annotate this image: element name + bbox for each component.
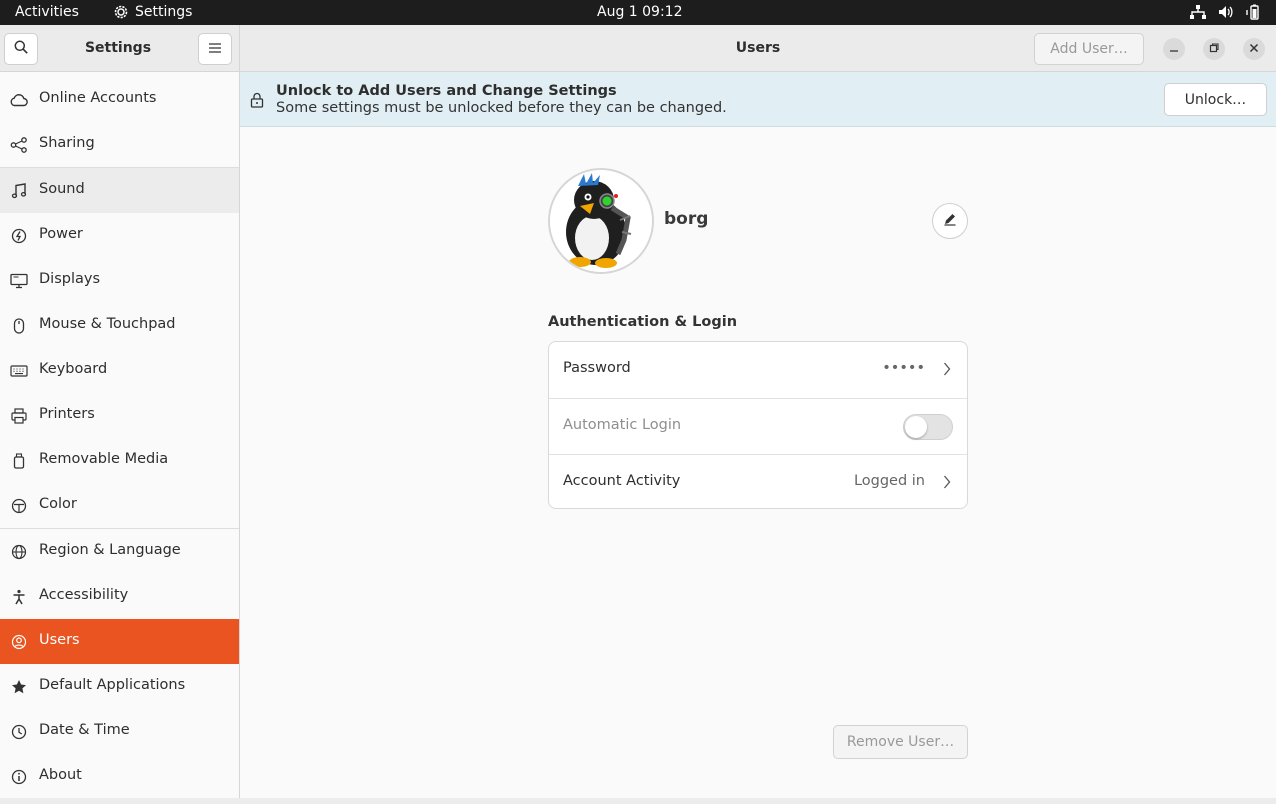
chevron-right-icon — [943, 475, 951, 493]
sidebar-item-label: Power — [39, 226, 83, 242]
sidebar-item-printers[interactable]: Printers — [0, 393, 239, 438]
add-user-button[interactable]: Add User… — [1034, 33, 1144, 65]
sidebar-item-online-accounts[interactable]: Online Accounts — [0, 77, 239, 122]
remove-user-button[interactable]: Remove User… — [833, 725, 968, 759]
sidebar-item-date-time[interactable]: Date & Time — [0, 709, 239, 754]
sidebar-item-label: About — [39, 767, 82, 783]
close-icon — [1249, 41, 1259, 57]
volume-icon — [1218, 5, 1234, 19]
sidebar-item-region-language[interactable]: Region & Language — [0, 529, 239, 574]
sidebar-item-default-applications[interactable]: Default Applications — [0, 664, 239, 709]
display-icon — [10, 272, 28, 290]
keyboard-icon — [10, 362, 28, 380]
chevron-right-icon — [943, 362, 951, 380]
window-bottom-edge — [0, 798, 1276, 804]
info-icon — [10, 768, 28, 786]
automatic-login-label: Automatic Login — [563, 417, 682, 433]
tux-borg-avatar-image — [550, 170, 652, 272]
sidebar-item-label: Online Accounts — [39, 90, 157, 106]
sidebar-item-sharing[interactable]: Sharing — [0, 122, 239, 167]
close-button[interactable] — [1243, 38, 1265, 60]
music-note-icon — [10, 182, 28, 200]
sidebar-item-label: Removable Media — [39, 451, 169, 467]
sidebar-item-label: Sharing — [39, 135, 95, 151]
accessibility-icon — [10, 588, 28, 606]
color-icon — [10, 497, 28, 515]
restore-icon — [1209, 41, 1219, 57]
minimize-icon — [1169, 41, 1179, 57]
section-title: Authentication & Login — [548, 314, 738, 330]
clock[interactable]: Aug 1 09:12 — [597, 4, 683, 20]
sidebar-item-accessibility[interactable]: Accessibility — [0, 574, 239, 619]
unlock-banner: Unlock to Add Users and Change Settings … — [240, 72, 1276, 127]
app-menu[interactable]: Settings — [113, 4, 192, 20]
sidebar-item-label: Default Applications — [39, 677, 186, 693]
authentication-list: Password ••••• Automatic Login Account A… — [548, 341, 968, 509]
battery-icon — [1246, 4, 1262, 20]
sidebar-header: Settings — [0, 25, 240, 72]
password-row[interactable]: Password ••••• — [549, 342, 967, 398]
sidebar-item-label: Accessibility — [39, 587, 129, 603]
account-activity-row[interactable]: Account Activity Logged in — [549, 454, 967, 510]
sidebar-item-label: Mouse & Touchpad — [39, 316, 176, 332]
printer-icon — [10, 407, 28, 425]
maximize-button[interactable] — [1203, 38, 1225, 60]
sidebar-item-power[interactable]: Power — [0, 213, 239, 258]
top-bar: Activities Settings Aug 1 09:12 — [0, 0, 1276, 25]
sidebar-item-removable-media[interactable]: Removable Media — [0, 438, 239, 483]
sidebar-item-label: Region & Language — [39, 542, 181, 558]
network-icon — [1190, 5, 1206, 19]
sidebar-item-label: Keyboard — [39, 361, 108, 377]
main-menu-button[interactable] — [198, 33, 232, 65]
edit-name-button[interactable] — [932, 203, 968, 239]
cloud-icon — [10, 91, 28, 109]
sidebar-item-label: Users — [39, 632, 80, 648]
pencil-icon — [943, 212, 957, 230]
sidebar-item-label: Displays — [39, 271, 101, 287]
sidebar-item-label: Printers — [39, 406, 95, 422]
automatic-login-toggle[interactable] — [903, 414, 953, 440]
clock-icon — [10, 723, 28, 741]
hamburger-menu-icon — [209, 41, 221, 57]
minimize-button[interactable] — [1163, 38, 1185, 60]
sidebar-item-displays[interactable]: Displays — [0, 258, 239, 303]
sidebar-item-keyboard[interactable]: Keyboard — [0, 348, 239, 393]
star-icon — [10, 678, 28, 696]
system-tray[interactable] — [1190, 4, 1262, 20]
settings-gear-icon — [113, 4, 129, 20]
header-bar: Settings Users Add User… — [0, 25, 1276, 72]
sidebar-item-sound[interactable]: Sound — [0, 168, 239, 213]
account-activity-value: Logged in — [853, 473, 925, 489]
sidebar-item-users[interactable]: Users — [0, 619, 239, 664]
lock-icon — [250, 92, 264, 112]
usb-drive-icon — [10, 452, 28, 470]
power-icon — [10, 227, 28, 245]
activities-button[interactable]: Activities — [15, 4, 79, 20]
toggle-knob — [905, 416, 927, 438]
sidebar-item-about[interactable]: About — [0, 754, 239, 799]
unlock-button[interactable]: Unlock… — [1164, 83, 1267, 116]
avatar[interactable] — [548, 168, 654, 274]
banner-title: Unlock to Add Users and Change Settings — [276, 83, 617, 99]
banner-subtitle: Some settings must be unlocked before th… — [276, 100, 727, 116]
sidebar-item-label: Date & Time — [39, 722, 130, 738]
account-activity-label: Account Activity — [563, 473, 681, 489]
automatic-login-row: Automatic Login — [549, 398, 967, 454]
sidebar-item-label: Color — [39, 496, 77, 512]
sidebar-item-mouse-touchpad[interactable]: Mouse & Touchpad — [0, 303, 239, 348]
user-name: borg — [664, 209, 709, 229]
mouse-icon — [10, 317, 28, 335]
sidebar-item-label: Sound — [39, 181, 85, 197]
sidebar-item-color[interactable]: Color — [0, 483, 239, 528]
user-icon — [10, 633, 28, 651]
password-label: Password — [563, 360, 631, 376]
password-value: ••••• — [882, 360, 925, 376]
app-name: Settings — [135, 4, 193, 20]
globe-icon — [10, 543, 28, 561]
sidebar: Online Accounts Sharing Sound Power Disp… — [0, 72, 240, 804]
share-icon — [10, 136, 28, 154]
